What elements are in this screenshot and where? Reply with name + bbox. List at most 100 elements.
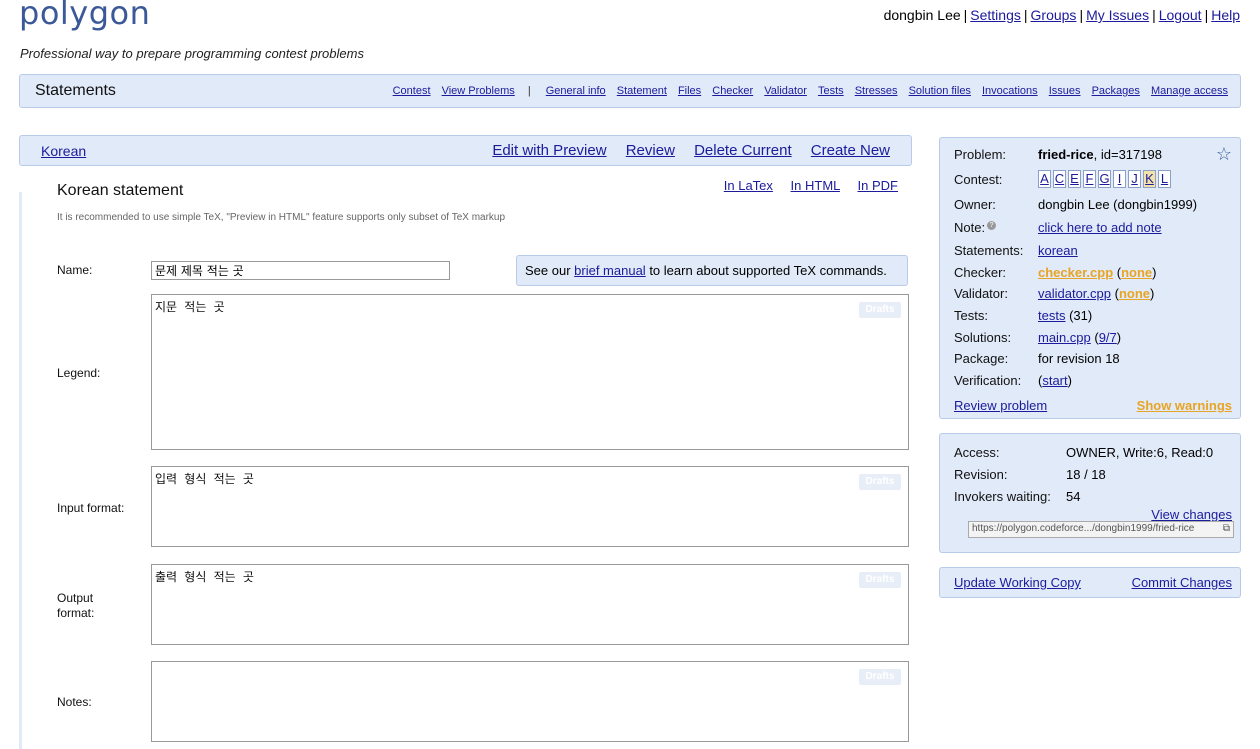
invokers-value: 54 xyxy=(1066,489,1081,504)
nav-solution-files[interactable]: Solution files xyxy=(909,85,971,97)
nav-view-problems[interactable]: View Problems xyxy=(442,85,515,97)
settings-link[interactable]: Settings xyxy=(970,7,1021,23)
invokers-row: Invokers waiting: 54 xyxy=(954,489,1080,504)
legend-textarea[interactable]: 지문 적는 곳 xyxy=(151,294,909,450)
review-link[interactable]: Review xyxy=(626,142,675,159)
name-input[interactable] xyxy=(151,261,450,280)
nav-invocations[interactable]: Invocations xyxy=(982,85,1038,97)
validator-none-link[interactable]: none xyxy=(1119,286,1150,301)
legend-drafts-button[interactable]: Drafts xyxy=(859,302,901,318)
verification-start-link[interactable]: start xyxy=(1042,373,1067,388)
view-changes-link[interactable]: View changes xyxy=(1151,507,1232,522)
owner-value: dongbin Lee (dongbin1999) xyxy=(1038,197,1198,212)
help-link[interactable]: Help xyxy=(1211,7,1240,23)
contest-letter-a[interactable]: A xyxy=(1038,170,1051,188)
problem-info-panel: ☆ Problem: fried-rice, id=317198 Contest… xyxy=(939,137,1241,419)
update-working-copy-link[interactable]: Update Working Copy xyxy=(954,575,1081,590)
edit-with-preview-link[interactable]: Edit with Preview xyxy=(492,142,606,159)
tests-row: Tests: tests (31) xyxy=(954,308,1092,323)
problem-url: https://polygon.codeforce.../dongbin1999… xyxy=(972,523,1195,534)
note-label: Note: xyxy=(954,220,986,235)
language-tab-korean[interactable]: Korean xyxy=(41,143,86,159)
tests-count: (31) xyxy=(1065,308,1093,323)
manual-pre: See our xyxy=(525,263,575,278)
input-drafts-button[interactable]: Drafts xyxy=(859,474,901,490)
contest-letter-l[interactable]: L xyxy=(1158,170,1171,188)
revision-label: Revision: xyxy=(954,467,1008,482)
review-problem-link[interactable]: Review problem xyxy=(954,398,1047,413)
output-format-label: Output format: xyxy=(57,591,95,620)
commit-panel: Update Working Copy Commit Changes xyxy=(939,567,1241,598)
contest-letter-k[interactable]: K xyxy=(1143,170,1156,188)
contest-letter-i[interactable]: I xyxy=(1113,170,1126,188)
problem-label: Problem: xyxy=(954,147,1007,162)
validator-label: Validator: xyxy=(954,286,1008,301)
manual-post: to learn about supported TeX commands. xyxy=(645,263,887,278)
problem-name: fried-rice xyxy=(1038,147,1094,162)
in-latex-link[interactable]: In LaTex xyxy=(724,178,773,193)
nav-validator[interactable]: Validator xyxy=(764,85,807,97)
nav-contest[interactable]: Contest xyxy=(393,85,431,97)
output-drafts-button[interactable]: Drafts xyxy=(859,572,901,588)
checker-label: Checker: xyxy=(954,265,1007,280)
in-html-link[interactable]: In HTML xyxy=(791,178,840,193)
validator-link[interactable]: validator.cpp xyxy=(1038,286,1111,301)
nav-general-info[interactable]: General info xyxy=(546,85,606,97)
access-row: Access: OWNER, Write:6, Read:0 xyxy=(954,445,1213,460)
help-icon[interactable]: ? xyxy=(987,220,997,230)
contest-letter-f[interactable]: F xyxy=(1083,170,1096,188)
statements-label: Statements: xyxy=(954,243,1024,258)
nav-manage-access[interactable]: Manage access xyxy=(1151,85,1228,97)
input-format-textarea[interactable]: 입력 형식 적는 곳 xyxy=(151,466,909,547)
contest-letter-e[interactable]: E xyxy=(1068,170,1081,188)
nav-statement[interactable]: Statement xyxy=(617,85,667,97)
add-note-link[interactable]: click here to add note xyxy=(1038,220,1162,235)
star-icon[interactable]: ☆ xyxy=(1216,144,1232,165)
commit-changes-link[interactable]: Commit Changes xyxy=(1132,575,1232,590)
input-format-label: Input format: xyxy=(57,501,125,515)
checker-link[interactable]: checker.cpp xyxy=(1038,265,1113,280)
solutions-link[interactable]: main.cpp xyxy=(1038,330,1091,345)
user-name: dongbin Lee xyxy=(883,7,961,23)
in-pdf-link[interactable]: In PDF xyxy=(858,178,898,193)
verification-row: Verification: (start) xyxy=(954,373,1072,388)
create-new-link[interactable]: Create New xyxy=(811,142,890,159)
my-issues-link[interactable]: My Issues xyxy=(1086,7,1149,23)
contest-letter-c[interactable]: C xyxy=(1053,170,1066,188)
output-format-textarea[interactable]: 출력 형식 적는 곳 xyxy=(151,564,909,645)
delete-current-link[interactable]: Delete Current xyxy=(694,142,792,159)
show-warnings-link[interactable]: Show warnings xyxy=(1137,398,1232,413)
logout-link[interactable]: Logout xyxy=(1159,7,1202,23)
nav-issues[interactable]: Issues xyxy=(1049,85,1081,97)
revision-value: 18 / 18 xyxy=(1066,467,1106,482)
statements-korean-link[interactable]: korean xyxy=(1038,243,1078,258)
problem-url-box[interactable]: https://polygon.codeforce.../dongbin1999… xyxy=(968,521,1234,538)
access-panel: Access: OWNER, Write:6, Read:0 Revision:… xyxy=(939,433,1241,553)
owner-row: Owner: dongbin Lee (dongbin1999) xyxy=(954,197,1197,212)
tests-link[interactable]: tests xyxy=(1038,308,1065,323)
contest-letter-j[interactable]: J xyxy=(1128,170,1141,188)
notes-textarea[interactable] xyxy=(151,661,909,742)
contest-letter-g[interactable]: G xyxy=(1098,170,1111,188)
nav-checker[interactable]: Checker xyxy=(712,85,753,97)
legend-label: Legend: xyxy=(57,366,101,380)
copy-icon[interactable]: ⧉ xyxy=(1223,523,1230,534)
nav-packages[interactable]: Packages xyxy=(1092,85,1140,97)
checker-none-link[interactable]: none xyxy=(1121,265,1152,280)
statements-row: Statements: korean xyxy=(954,243,1078,258)
polygon-logo[interactable]: polygon xyxy=(19,0,150,32)
nav-tests[interactable]: Tests xyxy=(818,85,844,97)
nav-stresses[interactable]: Stresses xyxy=(855,85,898,97)
brief-manual-link[interactable]: brief manual xyxy=(574,263,646,278)
notes-drafts-button[interactable]: Drafts xyxy=(859,669,901,685)
page-title: Statements xyxy=(35,82,116,99)
nav-files[interactable]: Files xyxy=(678,85,701,97)
language-bar: Korean Edit with Preview Review Delete C… xyxy=(19,135,912,166)
solutions-count-link[interactable]: 9/7 xyxy=(1099,330,1117,345)
user-nav: dongbin Lee | Settings | Groups | My Issues | Lo… xyxy=(883,7,1240,23)
tests-label: Tests: xyxy=(954,308,988,323)
statement-actions: Edit with Preview Review Delete Current … xyxy=(477,142,890,159)
nav-separator: | xyxy=(527,85,531,97)
groups-link[interactable]: Groups xyxy=(1031,7,1077,23)
checker-row: Checker: checker.cpp (none) xyxy=(954,265,1157,280)
